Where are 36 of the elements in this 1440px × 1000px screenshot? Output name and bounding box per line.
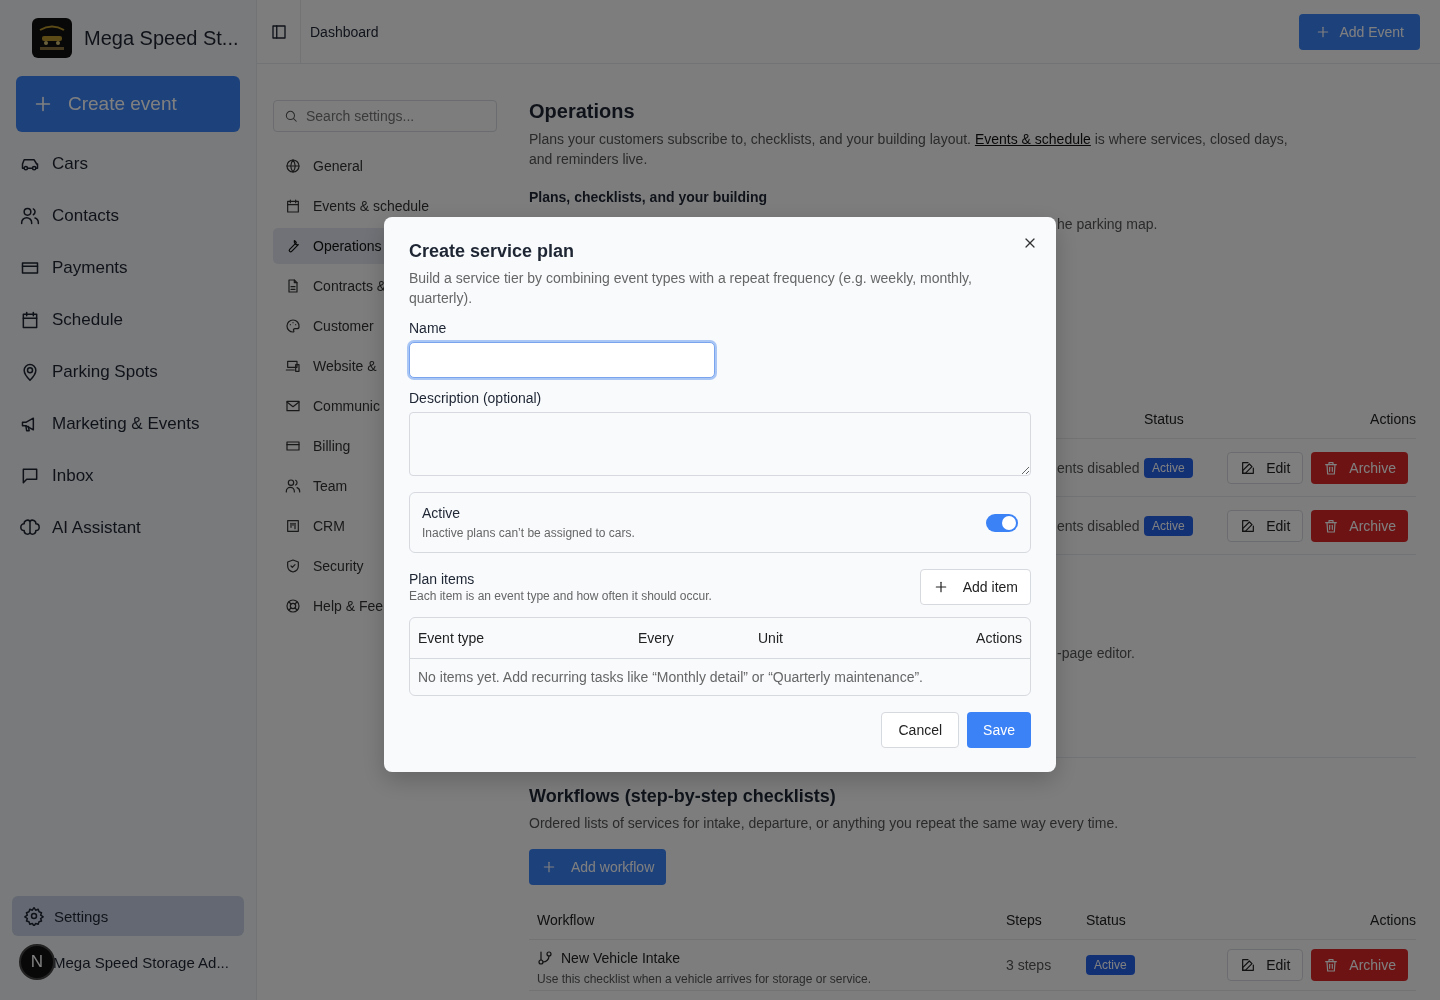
table-cell-text: 3 steps — [1006, 957, 1053, 973]
description-text: -page editor. — [1057, 645, 1135, 661]
toggle-hint: Inactive plans can’t be assigned to cars. — [422, 526, 635, 540]
table-cell-text: ents disabled — [1057, 517, 1141, 534]
table-cell-text: ents disabled — [1057, 459, 1141, 476]
status-badge: Active — [1144, 515, 1193, 536]
empty-message: No items yet. Add recurring tasks like “Monthly detail” or “Quarterly maintenance”. — [417, 668, 924, 687]
column-header: Status — [1086, 912, 1127, 928]
status-badge: Active — [1144, 457, 1193, 478]
description-text: he parking map. — [1057, 216, 1158, 232]
column-header: Actions — [975, 630, 1022, 646]
column-header: Workflow — [537, 912, 596, 928]
workflow-description: Use this checklist when a vehicle arrives for storage or service. — [537, 972, 873, 986]
dialog-description: Build a service tier by combining event types with a repeat frequency (e.g. weekly, monthly, quarterly). — [409, 269, 973, 308]
column-header: Status — [1144, 411, 1185, 427]
status-badge: Active — [1086, 955, 1135, 975]
workflow-name: New Vehicle Intake — [561, 950, 681, 966]
field-label: Name — [409, 320, 447, 336]
column-header: Event type — [418, 630, 486, 646]
column-header: Steps — [1006, 912, 1043, 928]
dialog-title: Create service plan — [409, 241, 576, 262]
user-name: Mega Speed Storage Ad... — [53, 953, 229, 971]
section-hint: Each item is an event type and how often it should occur. — [409, 589, 712, 603]
toggle-label: Active — [422, 505, 462, 521]
column-header: Actions — [1369, 411, 1416, 427]
section-title: Operations — [529, 100, 636, 123]
column-header: Unit — [758, 630, 784, 646]
section-title: Workflows (step-by-step checklists) — [529, 786, 837, 807]
subheading: Plans, checklists, and your building — [529, 189, 769, 206]
field-label: Description (optional) — [409, 390, 542, 406]
section-description: Ordered lists of services for intake, departure, or anything you repeat the same way every time. — [529, 814, 1120, 833]
brand-name: Mega Speed St... — [84, 26, 239, 50]
section-title: Plan items — [409, 571, 476, 587]
column-header: Every — [638, 630, 675, 646]
section-description: Plans your customers subscribe to, checklists, and your building layout. Events & schedule is where services, closed days, and reminders live. — [529, 130, 1289, 169]
column-header: Actions — [1369, 912, 1416, 928]
